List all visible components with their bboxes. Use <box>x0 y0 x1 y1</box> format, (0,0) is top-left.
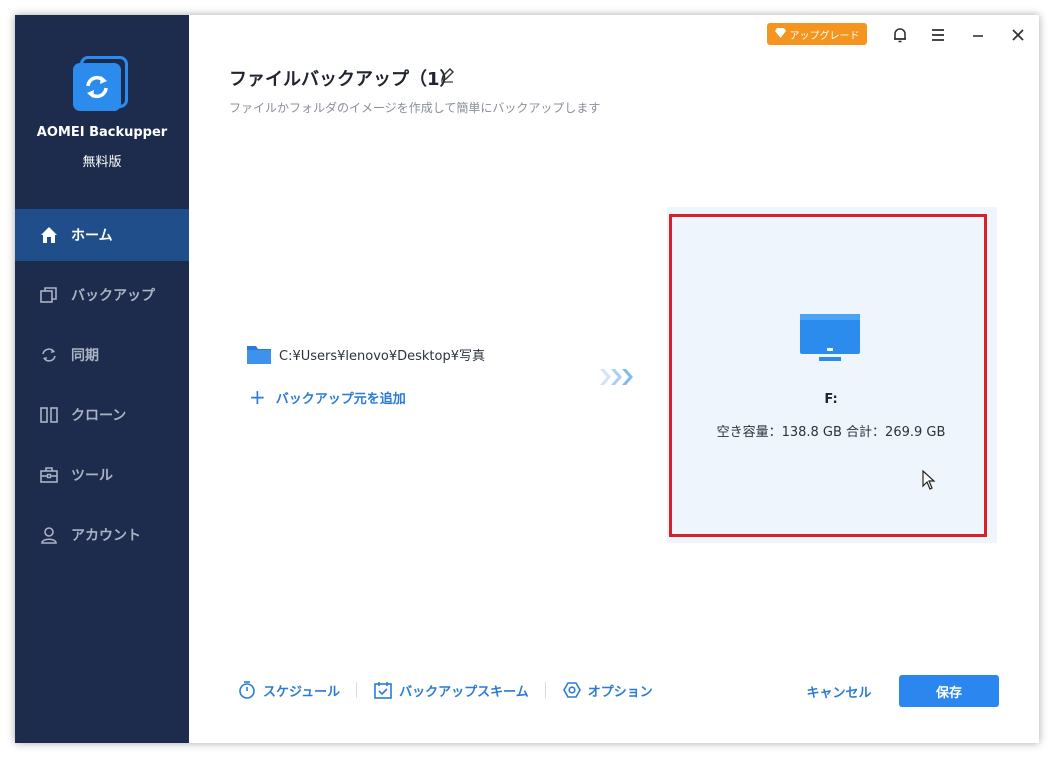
upgrade-button[interactable]: アップグレード <box>767 23 867 45</box>
main-content: アップグレード ファイルバックアップ（1） ファイルかフォルダのイメージを作成し… <box>189 15 1039 743</box>
backup-icon <box>37 283 61 307</box>
hexagon-gear-icon <box>562 680 582 700</box>
minimize-icon <box>973 35 983 37</box>
close-icon <box>1012 29 1024 41</box>
source-item[interactable]: C:¥Users¥lenovo¥Desktop¥写真 <box>247 344 485 364</box>
schedule-label: スケジュール <box>263 684 341 700</box>
app-logo <box>73 53 133 113</box>
page-title: ファイルバックアップ（1） <box>229 69 458 90</box>
source-path: C:¥Users¥lenovo¥Desktop¥写真 <box>279 348 486 364</box>
edit-title-button[interactable] <box>439 67 455 87</box>
sidebar-item-home[interactable]: ホーム <box>15 209 189 261</box>
minimize-button[interactable] <box>965 23 991 47</box>
toolbox-icon <box>37 463 61 487</box>
sidebar-item-sync[interactable]: 同期 <box>15 329 189 381</box>
divider <box>544 682 546 698</box>
sync-arrows-icon <box>86 75 108 99</box>
sidebar-item-clone[interactable]: クローン <box>15 389 189 441</box>
sidebar-item-account[interactable]: アカウント <box>15 509 189 561</box>
home-icon <box>37 223 61 247</box>
options-label: オプション <box>587 684 653 700</box>
sidebar-item-backup[interactable]: バックアップ <box>15 269 189 321</box>
destination-capacity: 空き容量：138.8 GB 合計：269.9 GB <box>716 425 946 440</box>
destination-drive: F: <box>824 392 838 407</box>
save-button[interactable]: 保存 <box>899 675 999 707</box>
divider <box>356 682 358 698</box>
backup-scheme-button[interactable]: バックアップスキーム <box>373 680 529 700</box>
upgrade-label: アップグレード <box>789 30 860 42</box>
menu-button[interactable] <box>925 23 951 47</box>
hamburger-menu-icon <box>932 29 944 41</box>
clone-icon <box>37 403 61 427</box>
backup-scheme-label: バックアップスキーム <box>399 684 529 700</box>
cancel-button[interactable]: キャンセル <box>799 675 879 707</box>
folder-icon <box>247 346 271 364</box>
destination-highlight[interactable] <box>669 214 987 537</box>
app-name: AOMEI Backupper <box>36 125 168 140</box>
mouse-pointer-icon <box>922 469 936 494</box>
options-button[interactable]: オプション <box>562 680 653 700</box>
bell-icon <box>894 28 906 43</box>
sidebar-item-label: アカウント <box>71 528 141 544</box>
chevron-arrows-icon <box>600 367 634 391</box>
pencil-icon <box>441 68 454 83</box>
sidebar-item-label: バックアップ <box>71 288 155 304</box>
sidebar-item-label: クローン <box>71 408 127 424</box>
sidebar-item-label: ホーム <box>71 228 113 244</box>
plus-icon: + <box>249 385 266 409</box>
sidebar: AOMEI Backupper 無料版 ホーム バックアップ 同期 クローン ツ… <box>15 15 189 743</box>
sidebar-item-label: ツール <box>71 468 113 484</box>
close-button[interactable] <box>1005 23 1031 47</box>
stopwatch-icon <box>237 680 257 700</box>
schedule-button[interactable]: スケジュール <box>237 680 340 700</box>
diamond-icon <box>774 27 786 41</box>
add-source-label: バックアップ元を追加 <box>275 391 406 407</box>
add-source-button[interactable]: + バックアップ元を追加 <box>249 387 406 407</box>
sidebar-item-tools[interactable]: ツール <box>15 449 189 501</box>
calendar-check-icon <box>373 680 393 700</box>
page-subtitle: ファイルかフォルダのイメージを作成して簡単にバックアップします <box>229 101 601 115</box>
sidebar-item-label: 同期 <box>71 348 99 364</box>
notification-bell-button[interactable] <box>887 23 913 47</box>
app-edition: 無料版 <box>82 155 122 170</box>
drive-monitor-icon <box>799 313 861 369</box>
bottom-options-bar: スケジュール バックアップスキーム オプション <box>237 680 653 700</box>
user-icon <box>37 523 61 547</box>
sync-icon <box>37 343 61 367</box>
app-window: AOMEI Backupper 無料版 ホーム バックアップ 同期 クローン ツ… <box>15 15 1039 743</box>
